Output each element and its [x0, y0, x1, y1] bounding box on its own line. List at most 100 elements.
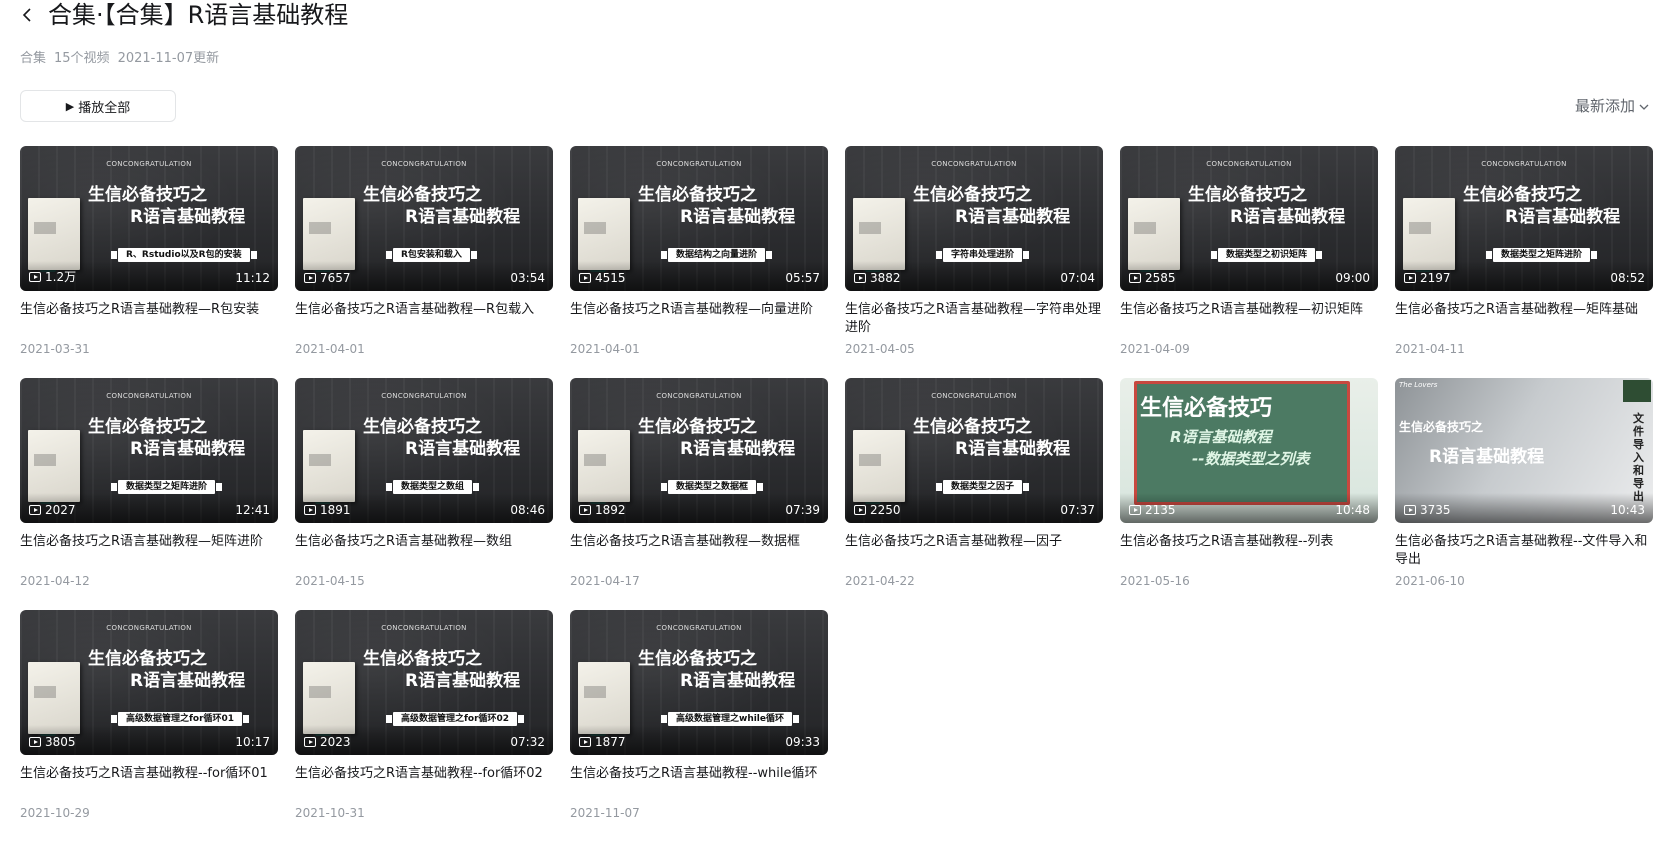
video-title[interactable]: 生信必备技巧之R语言基础教程--for循环02: [295, 765, 553, 801]
video-thumbnail[interactable]: CONCONGRATULATION 生信必备技巧之 R语言基础教程 高级数据管理…: [570, 610, 828, 755]
duration: 12:41: [235, 503, 270, 517]
thumb-tag: 高级数据管理之for循环01: [110, 712, 250, 726]
duration: 07:32: [510, 735, 545, 749]
video-title[interactable]: 生信必备技巧之R语言基础教程—初识矩阵: [1120, 301, 1378, 337]
video-card[interactable]: CONCONGRATULATION 生信必备技巧之 R语言基础教程 数据类型之矩…: [1395, 146, 1653, 378]
video-thumbnail[interactable]: CONCONGRATULATION 生信必备技巧之 R语言基础教程 R包安装和载…: [295, 146, 553, 291]
duration: 10:43: [1610, 503, 1645, 517]
duration: 09:00: [1335, 271, 1370, 285]
thumb-banner: CONCONGRATULATION: [106, 160, 192, 168]
thumb-tag: 数据类型之矩阵进阶: [110, 480, 223, 494]
book-cover-graphic: [28, 662, 80, 734]
thumb-line2: R语言基础教程: [130, 207, 246, 227]
view-count-text: 7657: [320, 271, 351, 285]
video-card[interactable]: CONCONGRATULATION 生信必备技巧之 R语言基础教程 数据类型之初…: [1120, 146, 1378, 378]
duration: 10:17: [235, 735, 270, 749]
video-card[interactable]: 生信必备技巧 R语言基础教程 --数据类型之列表 2135 10:48 生信必备…: [1120, 378, 1378, 610]
video-title[interactable]: 生信必备技巧之R语言基础教程—数组: [295, 533, 553, 569]
video-title[interactable]: 生信必备技巧之R语言基础教程--for循环01: [20, 765, 278, 801]
thumb-line2: R语言基础教程: [405, 439, 521, 459]
publish-date: 2021-10-31: [295, 806, 365, 820]
video-card[interactable]: CONCONGRATULATION 生信必备技巧之 R语言基础教程 数据类型之矩…: [20, 378, 278, 610]
duration: 07:37: [1060, 503, 1095, 517]
thumb-top-text: The Lovers: [1399, 381, 1438, 389]
view-count: 2023: [304, 735, 351, 749]
video-title[interactable]: 生信必备技巧之R语言基础教程—矩阵进阶: [20, 533, 278, 569]
video-thumbnail[interactable]: CONCONGRATULATION 生信必备技巧之 R语言基础教程 数据结构之向…: [570, 146, 828, 291]
video-card[interactable]: CONCONGRATULATION 生信必备技巧之 R语言基础教程 数据结构之向…: [570, 146, 828, 378]
video-thumbnail[interactable]: CONCONGRATULATION 生信必备技巧之 R语言基础教程 数据类型之矩…: [1395, 146, 1653, 291]
play-icon: ▶: [65, 99, 75, 113]
collection-kind: 合集: [20, 51, 47, 66]
play-count-icon: [854, 273, 866, 283]
video-thumbnail[interactable]: CONCONGRATULATION 生信必备技巧之 R语言基础教程 数据类型之数…: [570, 378, 828, 523]
view-count: 3805: [29, 735, 76, 749]
video-thumbnail[interactable]: 生信必备技巧 R语言基础教程 --数据类型之列表 2135 10:48: [1120, 378, 1378, 523]
play-all-button[interactable]: ▶ 播放全部: [20, 90, 176, 122]
publish-date: 2021-05-16: [1120, 574, 1190, 588]
video-title[interactable]: 生信必备技巧之R语言基础教程—向量进阶: [570, 301, 828, 337]
play-count-icon: [304, 273, 316, 283]
book-cover-graphic: [1128, 198, 1180, 270]
thumb-side-text: 文件导入和导出: [1633, 412, 1644, 503]
video-thumbnail[interactable]: CONCONGRATULATION 生信必备技巧之 R语言基础教程 高级数据管理…: [295, 610, 553, 755]
video-title[interactable]: 生信必备技巧之R语言基础教程--文件导入和导出: [1395, 533, 1653, 569]
play-count-icon: [1129, 273, 1141, 283]
video-card[interactable]: The Lovers 生信必备技巧之 R语言基础教程 文件导入和导出 3735 …: [1395, 378, 1653, 610]
thumb-line2: R语言基础教程: [680, 439, 796, 459]
publish-date: 2021-04-01: [295, 342, 365, 356]
page-title: 合集·【合集】R语言基础教程: [48, 1, 349, 29]
sort-dropdown[interactable]: 最新添加: [1575, 95, 1649, 116]
duration: 08:52: [1610, 271, 1645, 285]
video-title[interactable]: 生信必备技巧之R语言基础教程--while循环: [570, 765, 828, 801]
video-title[interactable]: 生信必备技巧之R语言基础教程—字符串处理进阶: [845, 301, 1103, 337]
thumb-line2: R语言基础教程: [1170, 428, 1272, 446]
video-card[interactable]: CONCONGRATULATION 生信必备技巧之 R语言基础教程 高级数据管理…: [570, 610, 828, 842]
duration: 11:12: [235, 271, 270, 285]
video-title[interactable]: 生信必备技巧之R语言基础教程—数据框: [570, 533, 828, 569]
video-title[interactable]: 生信必备技巧之R语言基础教程—R包载入: [295, 301, 553, 337]
video-count: 15个视频: [54, 51, 110, 66]
thumb-line2: R语言基础教程: [130, 439, 246, 459]
thumb-line2: R语言基础教程: [130, 671, 246, 691]
publish-date: 2021-06-10: [1395, 574, 1465, 588]
duration: 10:48: [1335, 503, 1370, 517]
video-card[interactable]: CONCONGRATULATION 生信必备技巧之 R语言基础教程 高级数据管理…: [295, 610, 553, 842]
video-card[interactable]: CONCONGRATULATION 生信必备技巧之 R语言基础教程 数据类型之数…: [570, 378, 828, 610]
view-count: 3882: [854, 271, 901, 285]
video-thumbnail[interactable]: CONCONGRATULATION 生信必备技巧之 R语言基础教程 数据类型之因…: [845, 378, 1103, 523]
book-cover-graphic: [28, 198, 80, 270]
book-cover-graphic: [578, 662, 630, 734]
chevron-left-icon[interactable]: [18, 6, 36, 24]
view-count-text: 2135: [1145, 503, 1176, 517]
video-title[interactable]: 生信必备技巧之R语言基础教程—因子: [845, 533, 1103, 569]
video-card[interactable]: CONCONGRATULATION 生信必备技巧之 R语言基础教程 R包安装和载…: [295, 146, 553, 378]
video-card[interactable]: CONCONGRATULATION 生信必备技巧之 R语言基础教程 R、Rstu…: [20, 146, 278, 378]
view-count: 1.2万: [29, 268, 76, 285]
video-thumbnail[interactable]: CONCONGRATULATION 生信必备技巧之 R语言基础教程 数据类型之初…: [1120, 146, 1378, 291]
thumb-line2: R语言基础教程: [680, 207, 796, 227]
video-thumbnail[interactable]: The Lovers 生信必备技巧之 R语言基础教程 文件导入和导出 3735 …: [1395, 378, 1653, 523]
publish-date: 2021-04-09: [1120, 342, 1190, 356]
video-thumbnail[interactable]: CONCONGRATULATION 生信必备技巧之 R语言基础教程 R、Rstu…: [20, 146, 278, 291]
video-title[interactable]: 生信必备技巧之R语言基础教程—矩阵基础: [1395, 301, 1653, 337]
video-card[interactable]: CONCONGRATULATION 生信必备技巧之 R语言基础教程 高级数据管理…: [20, 610, 278, 842]
thumb-tag: R、Rstudio以及R包的安装: [111, 248, 257, 262]
video-title[interactable]: 生信必备技巧之R语言基础教程--列表: [1120, 533, 1378, 569]
thumb-banner: CONCONGRATULATION: [106, 392, 192, 400]
view-count: 2250: [854, 503, 901, 517]
book-cover-graphic: [303, 198, 355, 270]
video-thumbnail[interactable]: CONCONGRATULATION 生信必备技巧之 R语言基础教程 高级数据管理…: [20, 610, 278, 755]
thumb-banner: CONCONGRATULATION: [656, 392, 742, 400]
video-thumbnail[interactable]: CONCONGRATULATION 生信必备技巧之 R语言基础教程 数据类型之矩…: [20, 378, 278, 523]
video-thumbnail[interactable]: CONCONGRATULATION 生信必备技巧之 R语言基础教程 数据类型之数…: [295, 378, 553, 523]
publish-date: 2021-04-22: [845, 574, 915, 588]
video-card[interactable]: CONCONGRATULATION 生信必备技巧之 R语言基础教程 数据类型之数…: [295, 378, 553, 610]
video-thumbnail[interactable]: CONCONGRATULATION 生信必备技巧之 R语言基础教程 字符串处理进…: [845, 146, 1103, 291]
video-card[interactable]: CONCONGRATULATION 生信必备技巧之 R语言基础教程 字符串处理进…: [845, 146, 1103, 378]
play-count-icon: [29, 505, 41, 515]
video-card[interactable]: CONCONGRATULATION 生信必备技巧之 R语言基础教程 数据类型之因…: [845, 378, 1103, 610]
publish-date: 2021-04-17: [570, 574, 640, 588]
video-title[interactable]: 生信必备技巧之R语言基础教程—R包安装: [20, 301, 278, 337]
thumb-banner: CONCONGRATULATION: [381, 624, 467, 632]
